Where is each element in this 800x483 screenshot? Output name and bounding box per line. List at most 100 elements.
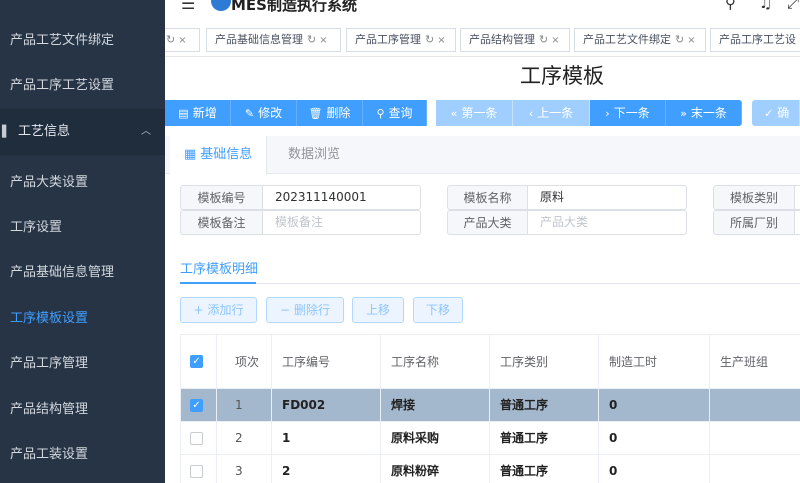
cell-seq: 3 bbox=[217, 455, 272, 483]
detail-tab-title[interactable]: 工序模板明细 bbox=[180, 258, 258, 277]
sidebar-item-process-template[interactable]: 工序模板设置 bbox=[0, 296, 165, 341]
sidebar-item-process-craft-setting[interactable]: 产品工序工艺设置 bbox=[0, 63, 165, 108]
cell-hours: 0 bbox=[599, 389, 710, 422]
confirm-button[interactable]: ✓ 确 bbox=[752, 100, 800, 126]
move-down-button[interactable]: 下移 bbox=[413, 297, 463, 323]
cell-hours: 0 bbox=[599, 422, 710, 455]
template-remark-field[interactable]: 模板备注 bbox=[262, 210, 421, 235]
table-row[interactable]: ✓ 1 FD002 焊接 普通工序 0 bbox=[181, 389, 800, 422]
delete-button[interactable]: 🗑 删除 bbox=[297, 100, 363, 126]
table-row[interactable]: 2 1 原料采购 普通工序 0 bbox=[181, 422, 800, 455]
column-header-hours: 制造工时 bbox=[599, 335, 710, 389]
close-icon[interactable]: × bbox=[687, 35, 695, 46]
cell-process-type: 普通工序 bbox=[490, 455, 599, 483]
factory-field[interactable] bbox=[794, 210, 800, 235]
column-header-team: 生产班组 bbox=[710, 335, 800, 389]
tab-bar: ▦ 基础信息 数据浏览 bbox=[165, 136, 800, 175]
sidebar-group-label: 工艺信息 bbox=[18, 124, 71, 139]
template-name-label: 模板名称 bbox=[447, 185, 527, 210]
app-title: MES制造执行系统 bbox=[231, 0, 357, 14]
first-record-button[interactable]: «第一条 bbox=[436, 100, 513, 126]
tags-divider bbox=[165, 56, 800, 57]
product-category-field[interactable]: 产品大类 bbox=[527, 210, 687, 235]
edit-button[interactable]: ✎ 修改 bbox=[231, 100, 297, 126]
plus-icon: + bbox=[193, 303, 204, 317]
check-circle-icon: ✓ bbox=[764, 107, 774, 120]
tag-process-craft-setting[interactable]: 产品工序工艺设 bbox=[710, 28, 800, 52]
prev-record-button[interactable]: ‹ 上一条 bbox=[513, 100, 590, 126]
row-checkbox[interactable] bbox=[190, 432, 203, 445]
sidebar-item-product-base-info[interactable]: 产品基础信息管理 bbox=[0, 250, 165, 295]
menu-group-icon: ▌ bbox=[2, 125, 11, 138]
cell-process-name: 焊接 bbox=[381, 389, 490, 422]
tag-product-process[interactable]: 产品工序管理 ↻ × bbox=[346, 28, 456, 52]
edit-icon: ✎ bbox=[244, 107, 255, 120]
sidebar-group-craft-info[interactable]: ▌ 工艺信息 ︿ bbox=[0, 109, 165, 155]
close-icon[interactable]: × bbox=[319, 35, 327, 46]
cell-process-code: 1 bbox=[272, 422, 381, 455]
refresh-icon[interactable]: ↻ bbox=[425, 33, 434, 46]
close-icon[interactable]: × bbox=[437, 35, 445, 46]
select-all-checkbox[interactable]: ✓ bbox=[190, 355, 203, 368]
refresh-icon[interactable]: ↻ bbox=[166, 33, 175, 46]
template-type-field[interactable] bbox=[794, 185, 800, 210]
template-type-label: 模板类别 bbox=[713, 185, 794, 210]
detail-tab-indicator bbox=[180, 282, 256, 284]
close-icon[interactable]: × bbox=[178, 35, 186, 46]
column-header-process-code: 工序编号 bbox=[272, 335, 381, 389]
table-row[interactable]: 3 2 原料粉碎 普通工序 0 bbox=[181, 455, 800, 483]
column-header-seq: 项次 bbox=[217, 335, 272, 389]
row-checkbox[interactable] bbox=[190, 465, 203, 478]
app-logo bbox=[211, 0, 231, 11]
move-up-button[interactable]: 上移 bbox=[352, 297, 404, 323]
tag-process-file-binding[interactable]: 产品工艺文件绑定 ↻ × bbox=[574, 28, 706, 52]
search-icon[interactable]: ⚲ bbox=[725, 0, 736, 12]
row-select-cell bbox=[181, 422, 217, 455]
sidebar-item-product-structure[interactable]: 产品结构管理 bbox=[0, 387, 165, 432]
refresh-icon[interactable]: ↻ bbox=[539, 33, 548, 46]
column-header-process-type: 工序类别 bbox=[490, 335, 599, 389]
add-row-button[interactable]: + 添加行 bbox=[180, 297, 257, 323]
sidebar-item-product-process[interactable]: 产品工序管理 bbox=[0, 341, 165, 386]
last-record-button[interactable]: » 末一条 bbox=[666, 100, 742, 126]
delete-row-button[interactable]: − 删除行 bbox=[266, 297, 344, 323]
process-template-table: ✓ 项次 工序编号 工序名称 工序类别 制造工时 生产班组 ✓ 1 FD002 … bbox=[180, 334, 800, 483]
cell-team bbox=[710, 455, 800, 483]
calendar-icon: ▦ bbox=[184, 147, 197, 162]
search-icon: ⚲ bbox=[376, 107, 385, 120]
product-category-label: 产品大类 bbox=[447, 210, 527, 235]
hamburger-icon[interactable]: ☰ bbox=[181, 0, 195, 13]
tag-partial[interactable]: ↻ × bbox=[165, 28, 200, 52]
refresh-icon[interactable]: ↻ bbox=[307, 33, 316, 46]
chevron-up-icon: ︿ bbox=[141, 126, 151, 137]
chevron-right-icon: › bbox=[605, 107, 610, 120]
tag-product-base-info[interactable]: 产品基础信息管理 ↻ × bbox=[206, 28, 341, 52]
fullscreen-icon[interactable]: ⤢ bbox=[787, 0, 799, 12]
sidebar-item-product-tooling[interactable]: 产品工装设置 bbox=[0, 432, 165, 477]
query-button[interactable]: ⚲ 查询 bbox=[363, 100, 427, 126]
cell-process-type: 普通工序 bbox=[490, 422, 599, 455]
next-record-button[interactable]: › 下一条 bbox=[590, 100, 666, 126]
page-title: 工序模板 bbox=[520, 64, 604, 88]
cell-process-code: FD002 bbox=[272, 389, 381, 422]
add-button[interactable]: ▤ 新增 bbox=[165, 100, 231, 126]
cell-process-name: 原料采购 bbox=[381, 422, 490, 455]
tab-data-browse[interactable]: 数据浏览 bbox=[274, 136, 354, 174]
trash-icon: 🗑 bbox=[308, 107, 323, 120]
cell-process-name: 原料粉碎 bbox=[381, 455, 490, 483]
select-all-header: ✓ bbox=[181, 335, 217, 389]
sidebar-item-process-setting[interactable]: 工序设置 bbox=[0, 205, 165, 250]
column-header-process-name: 工序名称 bbox=[381, 335, 490, 389]
sidebar-item-product-category[interactable]: 产品大类设置 bbox=[0, 160, 165, 205]
tab-basic-info[interactable]: ▦ 基础信息 bbox=[170, 136, 268, 175]
tag-product-structure[interactable]: 产品结构管理 ↻ × bbox=[460, 28, 570, 52]
bell-icon[interactable]: ♫ bbox=[759, 0, 772, 12]
close-icon[interactable]: × bbox=[551, 35, 559, 46]
template-no-field[interactable]: 202311140001 bbox=[262, 185, 421, 210]
row-select-cell bbox=[181, 455, 217, 483]
refresh-icon[interactable]: ↻ bbox=[675, 33, 684, 46]
row-checkbox[interactable]: ✓ bbox=[190, 399, 203, 412]
template-name-field[interactable]: 原料 bbox=[527, 185, 687, 210]
sidebar: 产品工艺文件绑定 产品工序工艺设置 ▌ 工艺信息 ︿ 产品大类设置 工序设置 产… bbox=[0, 0, 165, 483]
sidebar-item-process-file-binding[interactable]: 产品工艺文件绑定 bbox=[0, 18, 165, 63]
